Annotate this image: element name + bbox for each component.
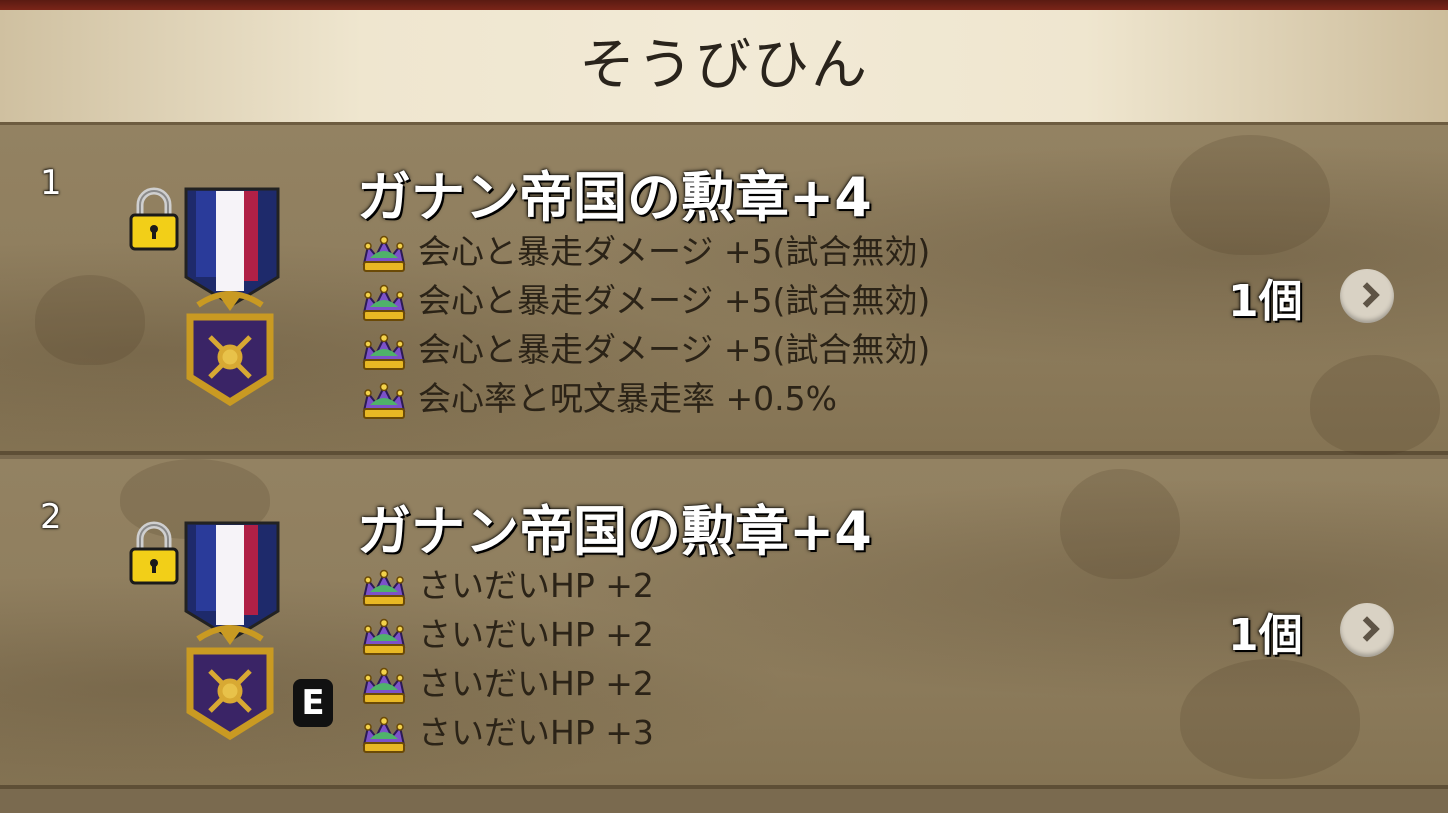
- item-quantity: 1個: [1228, 276, 1303, 327]
- stat-text: 会心と暴走ダメージ +5(試合無効): [418, 330, 931, 369]
- item-quantity: 1個: [1228, 610, 1303, 661]
- stat-text: 会心と暴走ダメージ +5(試合無効): [418, 281, 931, 320]
- stat-text: さいだいHP +3: [418, 713, 654, 752]
- stat-text: さいだいHP +2: [418, 615, 654, 654]
- stat-text: さいだいHP +2: [418, 566, 654, 605]
- item-name: ガナン帝国の勲章+4: [357, 500, 872, 563]
- crown-icon: [360, 381, 408, 421]
- equipment-list: 1 ガナン帝国の勲章+4 会心と暴走ダメージ +5(試合無効) 会心と暴走ダメー…: [0, 125, 1448, 813]
- crown-icon: [360, 617, 408, 657]
- background-slime-pattern: [1170, 135, 1330, 255]
- chevron-right-icon[interactable]: [1340, 603, 1394, 657]
- equipment-row[interactable]: 1 ガナン帝国の勲章+4 会心と暴走ダメージ +5(試合無効) 会心と暴走ダメー…: [0, 125, 1448, 455]
- medal-icon: [128, 521, 288, 741]
- item-index: 1: [40, 163, 62, 203]
- stat-text: さいだいHP +2: [418, 664, 654, 703]
- item-name: ガナン帝国の勲章+4: [357, 166, 872, 229]
- stat-text: 会心と暴走ダメージ +5(試合無効): [418, 232, 931, 271]
- stat-text: 会心率と呪文暴走率 +0.5%: [418, 379, 837, 418]
- background-slime-pattern: [1180, 659, 1360, 779]
- screen-header: そうびひん: [0, 10, 1448, 125]
- medal-icon: [128, 187, 288, 407]
- crown-icon: [360, 234, 408, 274]
- equipped-badge: E: [293, 679, 333, 727]
- crown-icon: [360, 332, 408, 372]
- background-slime-pattern: [1310, 355, 1440, 455]
- equipment-row[interactable]: 2 E ガナン帝国の勲章+4 さいだいHP +2 さいだいHP +2 さいだいH…: [0, 459, 1448, 789]
- crown-icon: [360, 568, 408, 608]
- page-title: そうびひん: [579, 33, 869, 98]
- top-frame-bar: [0, 0, 1448, 10]
- crown-icon: [360, 283, 408, 323]
- crown-icon: [360, 666, 408, 706]
- chevron-right-icon[interactable]: [1340, 269, 1394, 323]
- padlock-icon: [128, 521, 180, 587]
- padlock-icon: [128, 187, 180, 253]
- crown-icon: [360, 715, 408, 755]
- background-slime-pattern: [1060, 469, 1180, 579]
- item-index: 2: [40, 497, 62, 537]
